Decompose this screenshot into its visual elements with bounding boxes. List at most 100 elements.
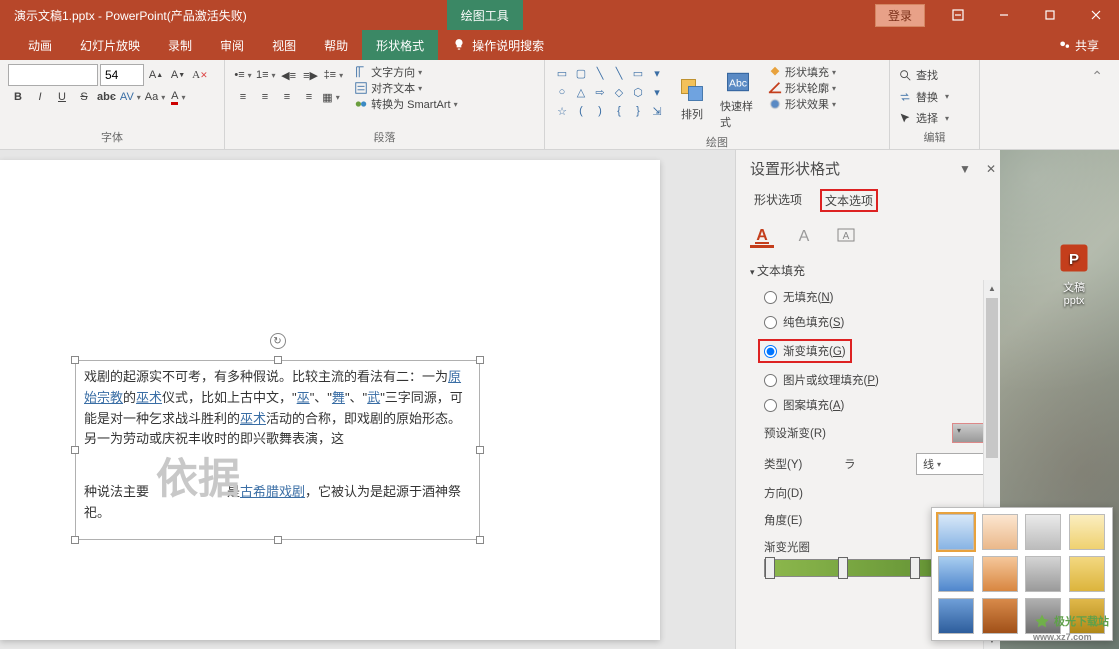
tab-shape-format[interactable]: 形状格式 [362, 30, 438, 60]
gradient-type-select[interactable]: 线 [916, 453, 986, 475]
slide-canvas[interactable]: ↻ 戏剧的起源实不可考，有多种假说。比较主流的看法有二：一为原始宗教的巫术仪式，… [0, 150, 735, 649]
columns-button[interactable]: ▦ [321, 87, 341, 107]
bullets-button[interactable]: •≡ [233, 65, 253, 85]
close-icon[interactable] [1073, 0, 1119, 30]
watermark-brand: 极光下载站 www.xz7.com [1033, 613, 1109, 643]
font-family-select[interactable] [8, 64, 98, 86]
link-wushu2[interactable]: 巫术 [240, 411, 266, 426]
link-wushu1[interactable]: 巫术 [136, 390, 162, 405]
radio-picture-fill[interactable]: 图片或纹理填充(P) [764, 372, 1000, 388]
selected-textbox[interactable]: ↻ 戏剧的起源实不可考，有多种假说。比较主流的看法有二：一为原始宗教的巫术仪式，… [75, 360, 480, 540]
shapes-gallery[interactable]: ▭▢╲╲▭▾ ○△⇨◇⬡▾ ☆(){}⇲ [553, 64, 666, 134]
svg-text:Abc: Abc [729, 77, 747, 89]
shape-fill-button[interactable]: 形状填充 [764, 64, 840, 80]
replace-button[interactable]: 替换 [898, 86, 971, 108]
prop-preset-gradient: 预设渐变(R) [764, 423, 1000, 443]
tab-animations[interactable]: 动画 [14, 30, 66, 60]
convert-smartart-button[interactable]: 转换为 SmartArt [350, 96, 461, 112]
shape-outline-button[interactable]: 形状轮廓 [764, 80, 840, 96]
radio-pattern-fill[interactable]: 图案填充(A) [764, 397, 1000, 413]
tell-me-search[interactable]: 操作说明搜索 [452, 37, 544, 54]
minimize-icon[interactable] [981, 0, 1027, 30]
pane-dropdown-icon[interactable]: ▼ [956, 160, 974, 178]
preset-gradient-dropdown[interactable] [952, 423, 986, 443]
strikethrough-button[interactable]: S [74, 87, 94, 107]
arrange-button[interactable]: 排列 [672, 64, 712, 134]
preset-swatch[interactable] [982, 514, 1018, 550]
tab-shape-options[interactable]: 形状选项 [750, 189, 806, 212]
decrease-font-icon[interactable]: A▼ [168, 65, 188, 85]
tab-record[interactable]: 录制 [154, 30, 206, 60]
preset-swatch[interactable] [1069, 514, 1105, 550]
link-wu-dance[interactable]: 舞 [332, 390, 345, 405]
svg-text:A: A [843, 231, 850, 242]
text-fill-outline-icon[interactable]: A [750, 224, 774, 248]
preset-swatch[interactable] [1025, 556, 1061, 592]
tab-view[interactable]: 视图 [258, 30, 310, 60]
link-wu-martial[interactable]: 武 [367, 390, 380, 405]
resize-handle[interactable] [274, 536, 282, 544]
justify-button[interactable]: ≡ [299, 87, 319, 107]
link-wu[interactable]: 巫 [297, 390, 310, 405]
preset-swatch[interactable] [938, 598, 974, 634]
login-button[interactable]: 登录 [875, 4, 925, 27]
radio-gradient-fill[interactable]: 渐变填充(G) [758, 339, 852, 363]
text-effects-icon[interactable]: A [792, 224, 816, 248]
line-spacing-button[interactable]: ‡≡ [323, 65, 345, 85]
collapse-ribbon-icon[interactable]: ⌃ [988, 64, 1111, 89]
tab-slideshow[interactable]: 幻灯片放映 [66, 30, 154, 60]
scroll-up-icon[interactable]: ▲ [984, 280, 1000, 297]
scroll-thumb[interactable] [986, 298, 998, 458]
preset-swatch[interactable] [1025, 514, 1061, 550]
section-text-fill[interactable]: 文本填充 [750, 262, 1000, 279]
align-left-button[interactable]: ≡ [233, 87, 253, 107]
preset-swatch[interactable] [982, 598, 1018, 634]
radio-no-fill[interactable]: 无填充(N) [764, 289, 1000, 305]
select-button[interactable]: 选择 [898, 107, 971, 129]
font-color-button[interactable]: A [168, 87, 188, 107]
quick-styles-button[interactable]: Abc 快速样式 [718, 64, 758, 134]
textbox-content[interactable]: 戏剧的起源实不可考，有多种假说。比较主流的看法有二：一为原始宗教的巫术仪式，比如… [76, 361, 479, 530]
font-size-select[interactable] [100, 64, 144, 86]
tab-review[interactable]: 审阅 [206, 30, 258, 60]
increase-font-icon[interactable]: A▲ [146, 65, 166, 85]
align-text-button[interactable]: 对齐文本 [350, 80, 461, 96]
preset-swatch[interactable] [1069, 556, 1105, 592]
find-button[interactable]: 查找 [898, 64, 971, 86]
text-direction-button[interactable]: 文字方向 [350, 64, 461, 80]
textbox-icon[interactable]: A [834, 224, 858, 248]
decrease-indent-button[interactable]: ◀≡ [279, 65, 299, 85]
align-right-button[interactable]: ≡ [277, 87, 297, 107]
text-shadow-button[interactable]: abє [96, 87, 117, 107]
bold-button[interactable]: B [8, 87, 28, 107]
character-spacing-button[interactable]: AV [119, 87, 142, 107]
increase-indent-button[interactable]: ≡▶ [301, 65, 321, 85]
ribbon-group-font: A▲ A▼ A✕ B I U S abє AV Aa A 字体 [0, 60, 225, 149]
link-greek-drama[interactable]: 古希腊戏剧 [240, 484, 305, 499]
ribbon-group-paragraph: •≡ 1≡ ◀≡ ≡▶ ‡≡ ≡ ≡ ≡ ≡ ▦ 文字方向 对齐文本 转换为 S… [225, 60, 545, 149]
italic-button[interactable]: I [30, 87, 50, 107]
tab-text-options[interactable]: 文本选项 [820, 189, 878, 212]
preset-swatch[interactable] [938, 514, 974, 550]
ribbon-options-icon[interactable] [935, 0, 981, 30]
align-center-button[interactable]: ≡ [255, 87, 275, 107]
preset-swatch[interactable] [938, 556, 974, 592]
pane-close-icon[interactable]: ✕ [982, 160, 1000, 178]
maximize-icon[interactable] [1027, 0, 1073, 30]
contextual-tab-drawing-tools[interactable]: 绘图工具 [447, 0, 523, 30]
preset-swatch[interactable] [982, 556, 1018, 592]
share-button[interactable]: 共享 [1058, 37, 1099, 54]
shape-effects-button[interactable]: 形状效果 [764, 96, 840, 112]
group-label-paragraph: 段落 [233, 129, 536, 147]
resize-handle[interactable] [71, 536, 79, 544]
svg-text:A: A [756, 227, 768, 244]
change-case-button[interactable]: Aa [144, 87, 166, 107]
underline-button[interactable]: U [52, 87, 72, 107]
rotate-handle-icon[interactable]: ↻ [270, 333, 286, 349]
resize-handle[interactable] [476, 536, 484, 544]
numbering-button[interactable]: 1≡ [255, 65, 277, 85]
prop-direction: 方向(D) [764, 485, 1000, 501]
radio-solid-fill[interactable]: 纯色填充(S) [764, 314, 1000, 330]
tab-help[interactable]: 帮助 [310, 30, 362, 60]
clear-formatting-icon[interactable]: A✕ [190, 65, 210, 85]
